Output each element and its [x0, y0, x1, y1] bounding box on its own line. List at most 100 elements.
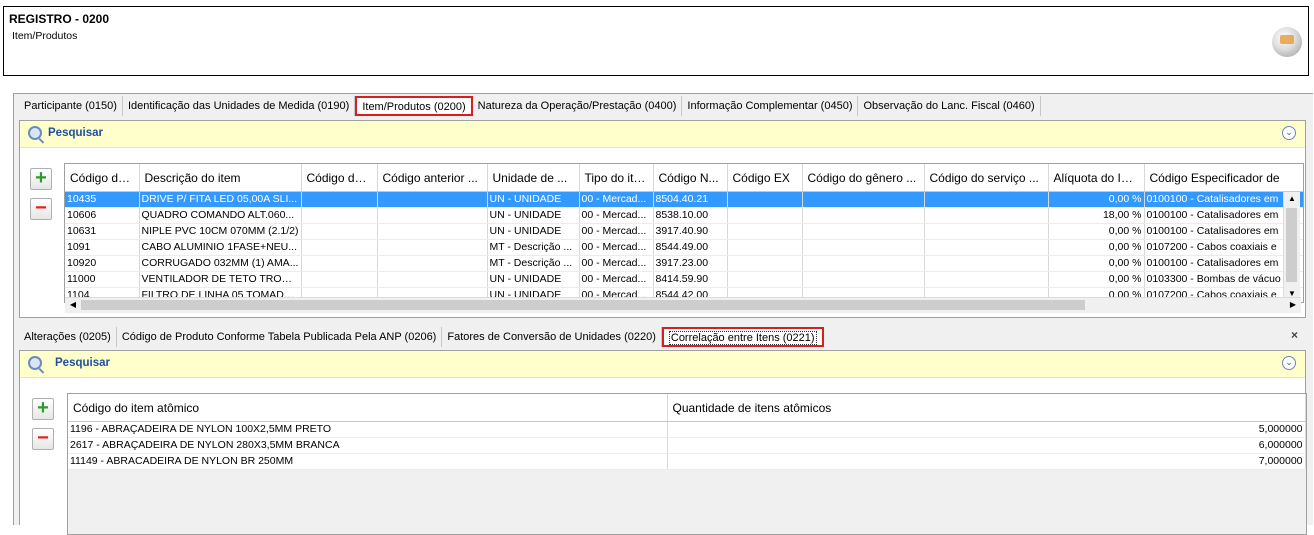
top-tab-bar: Participante (0150) Identificação das Un… [19, 96, 1041, 116]
tab-informacao-complementar[interactable]: Informação Complementar (0450) [682, 96, 859, 116]
cell: 18,00 % [1048, 207, 1145, 224]
items-table: Código do... Descrição do item Código de… [65, 164, 1303, 302]
col-codigo-servico[interactable]: Código do serviço ... [924, 164, 1049, 192]
chevron-down-icon[interactable]: ⌄ [1282, 356, 1296, 370]
cell: 0,00 % [1048, 271, 1145, 288]
cell [727, 239, 803, 256]
tab-participante[interactable]: Participante (0150) [19, 96, 123, 116]
table-row[interactable]: 11000 VENTILADOR DE TETO TRON I... UN - UN… [65, 271, 1303, 288]
cell [924, 271, 1049, 288]
tab-unidades-medida[interactable]: Identificação das Unidades de Medida (01… [123, 96, 356, 116]
cell [802, 223, 925, 240]
cell: 00 - Mercad... [579, 207, 654, 224]
scroll-thumb[interactable] [1286, 208, 1297, 282]
scroll-thumb[interactable] [81, 300, 1085, 310]
tab-alteracoes[interactable]: Alterações (0205) [19, 327, 117, 347]
cell: 00 - Mercad... [579, 255, 654, 272]
table-row[interactable]: 11149 - ABRACADEIRA DE NYLON BR 250MM 7,… [68, 453, 1306, 470]
cell [924, 223, 1049, 240]
cell: UN - UNIDADE [487, 223, 580, 240]
remove-item-button[interactable]: − [30, 198, 52, 220]
scroll-left-icon[interactable]: ◀ [65, 298, 81, 312]
bottom-search-label[interactable]: Pesquisar [55, 357, 110, 369]
bottom-tab-bar: Alterações (0205) Código de Produto Conf… [19, 327, 824, 347]
cell: MT - Descrição ... [487, 239, 580, 256]
col-codigo[interactable]: Código do... [65, 164, 140, 192]
col-codigo-anterior[interactable]: Código anterior ... [377, 164, 488, 192]
table-row[interactable]: 1091 CABO ALUMINIO 1FASE+NEU... MT - Descr… [65, 239, 1303, 256]
cell: 10920 [65, 255, 140, 272]
cell [377, 271, 488, 288]
items-horizontal-scrollbar[interactable]: ◀ ▶ [65, 297, 1301, 313]
col-codigo-ex[interactable]: Código EX [727, 164, 803, 192]
cell [802, 255, 925, 272]
scroll-up-icon[interactable]: ▲ [1284, 192, 1300, 206]
register-header: REGISTRO - 0200 Item/Produtos [3, 6, 1309, 76]
scroll-right-icon[interactable]: ▶ [1285, 298, 1301, 312]
correlation-header-row: Código do item atômico Quantidade de ite… [68, 394, 1306, 422]
table-row[interactable]: 10606 QUADRO COMANDO ALT.060... UN - UNIDA… [65, 207, 1303, 224]
cell [802, 207, 925, 224]
cell [924, 207, 1049, 224]
table-row[interactable]: 10920 CORRUGADO 032MM (1) AMA... MT - Desc… [65, 255, 1303, 272]
cell: 0107200 - Cabos coaxiais e [1144, 239, 1303, 256]
table-row[interactable]: 10631 NIPLE PVC 10CM 070MM (2.1/2) UN - UN… [65, 223, 1303, 240]
bottom-search-bar[interactable]: Pesquisar ⌄ [20, 351, 1305, 378]
register-title: REGISTRO - 0200 [9, 12, 110, 26]
cell: 00 - Mercad... [579, 191, 654, 208]
cell: 6,000000 [667, 437, 1306, 454]
add-item-button[interactable]: + [30, 168, 52, 190]
col-codigo-ncm[interactable]: Código N... [653, 164, 728, 192]
cell [377, 207, 488, 224]
close-icon[interactable]: × [1291, 328, 1298, 342]
tab-fatores-conversao[interactable]: Fatores de Conversão de Unidades (0220) [442, 327, 662, 347]
cell: 0100100 - Catalisadores em [1144, 255, 1303, 272]
tab-item-produtos[interactable]: Item/Produtos (0200) [355, 96, 473, 116]
cell: 00 - Mercad... [579, 223, 654, 240]
items-vertical-scrollbar[interactable]: ▲ ▼ [1283, 192, 1300, 301]
cell: 11149 - ABRACADEIRA DE NYLON BR 250MM [68, 453, 668, 470]
col-descricao[interactable]: Descrição do item [139, 164, 302, 192]
tab-natureza-operacao[interactable]: Natureza da Operação/Prestação (0400) [473, 96, 683, 116]
cell: VENTILADOR DE TETO TRON I... [139, 271, 302, 288]
cell: 3917.23.00 [653, 255, 728, 272]
table-row[interactable]: 1196 - ABRAÇADEIRA DE NYLON 100X2,5MM PR… [68, 421, 1306, 438]
col-quantidade-itens-atomicos[interactable]: Quantidade de itens atômicos [667, 394, 1306, 422]
cell [301, 223, 378, 240]
cell [301, 207, 378, 224]
top-search-bar[interactable]: Pesquisar ⌄ [20, 121, 1305, 148]
items-panel: Pesquisar ⌄ + − Código do... Descrição d… [19, 120, 1306, 318]
cell: 0100100 - Catalisadores em [1144, 207, 1303, 224]
cell: 0,00 % [1048, 255, 1145, 272]
cell [301, 255, 378, 272]
cell: CORRUGADO 032MM (1) AMA... [139, 255, 302, 272]
search-icon [28, 126, 42, 140]
cell: 3917.40.90 [653, 223, 728, 240]
cell: 00 - Mercad... [579, 271, 654, 288]
cell [802, 239, 925, 256]
col-unidade[interactable]: Unidade de ... [487, 164, 580, 192]
table-row[interactable]: 2617 - ABRAÇADEIRA DE NYLON 280X3,5MM BR… [68, 437, 1306, 454]
cell [301, 191, 378, 208]
col-codigo-de[interactable]: Código de ... [301, 164, 378, 192]
add-correlation-button[interactable]: + [32, 398, 54, 420]
correlation-table: Código do item atômico Quantidade de ite… [68, 394, 1306, 470]
tab-observacao-lanc-fiscal[interactable]: Observação do Lanc. Fiscal (0460) [858, 96, 1041, 116]
cell [727, 207, 803, 224]
col-codigo-genero[interactable]: Código do gênero ... [802, 164, 925, 192]
col-codigo-item-atomico[interactable]: Código do item atômico [68, 394, 668, 422]
top-search-label[interactable]: Pesquisar [48, 127, 103, 139]
cell: 0100100 - Catalisadores em [1144, 223, 1303, 240]
tab-codigo-anp[interactable]: Código de Produto Conforme Tabela Public… [117, 327, 443, 347]
tab-correlacao-itens[interactable]: Correlação entre Itens (0221) [661, 327, 824, 347]
col-tipo-item[interactable]: Tipo do ite... [579, 164, 654, 192]
col-aliquota[interactable]: Alíquota do IC... [1048, 164, 1145, 192]
col-codigo-especificador[interactable]: Código Especificador de [1144, 164, 1303, 192]
chevron-down-icon[interactable]: ⌄ [1282, 126, 1296, 140]
cell: QUADRO COMANDO ALT.060... [139, 207, 302, 224]
table-row[interactable]: 10435 DRIVE P/ FITA LED 05,00A SLI... UN -… [65, 191, 1303, 208]
remove-correlation-button[interactable]: − [32, 428, 54, 450]
cell [727, 271, 803, 288]
cell [301, 239, 378, 256]
tab-correlacao-label: Correlação entre Itens (0221) [668, 331, 817, 345]
